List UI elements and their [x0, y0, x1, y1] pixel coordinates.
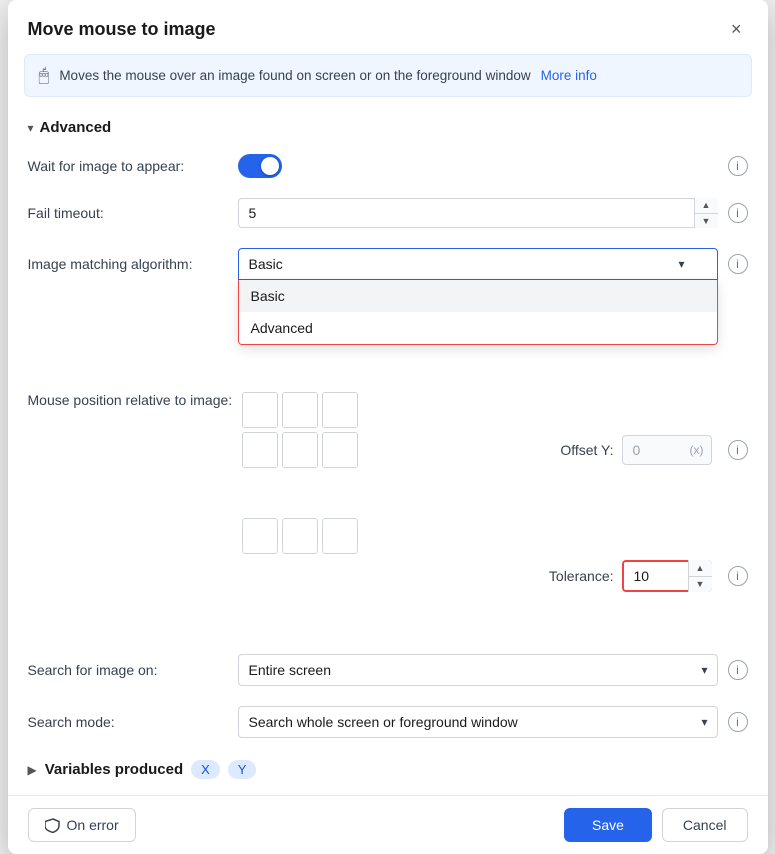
search-mode-control: Search whole screen or foreground window…: [238, 706, 718, 738]
fail-timeout-input[interactable]: [238, 198, 718, 228]
wait-for-image-label: Wait for image to appear:: [28, 158, 228, 174]
toggle-thumb: [261, 157, 279, 175]
grid-cell-bl[interactable]: [242, 518, 278, 554]
tolerance-spin-down[interactable]: ▼: [688, 577, 712, 593]
search-mode-info-icon[interactable]: i: [728, 712, 748, 732]
grid-cell-ml[interactable]: [242, 432, 278, 468]
fail-timeout-input-wrap: ▲ ▼: [238, 198, 718, 228]
algorithm-dropdown-wrap: Basic ▾ Basic Advanced: [238, 248, 718, 280]
offset-y-fields: Offset Y: (x): [374, 435, 711, 465]
fail-timeout-control: ▲ ▼: [238, 198, 718, 228]
search-for-image-label: Search for image on:: [28, 662, 228, 678]
algorithm-control: Basic ▾ Basic Advanced: [238, 248, 718, 280]
fail-timeout-info-icon[interactable]: i: [728, 203, 748, 223]
variables-label: Variables produced: [45, 761, 183, 778]
cancel-button[interactable]: Cancel: [662, 808, 748, 842]
search-mode-label: Search mode:: [28, 714, 228, 730]
grid-cell-br[interactable]: [322, 518, 358, 554]
info-banner-text: Moves the mouse over an image found on s…: [59, 68, 530, 83]
grid-cell-tl[interactable]: [242, 392, 278, 428]
offset-y-label: Offset Y:: [560, 442, 613, 458]
image-matching-algorithm-row: Image matching algorithm: Basic ▾ Basic …: [28, 238, 748, 290]
on-error-label: On error: [67, 817, 119, 833]
wait-for-image-control: [238, 154, 718, 178]
grid-cell-tr[interactable]: [322, 392, 358, 428]
algorithm-dropdown-trigger[interactable]: Basic ▾: [238, 248, 718, 280]
mouse-position-label: Mouse position relative to image:: [28, 392, 233, 408]
search-mode-select[interactable]: Search whole screen or foreground window: [238, 706, 718, 738]
position-grid: [242, 392, 358, 508]
move-mouse-dialog: Move mouse to image × 🖱 Moves the mouse …: [8, 0, 768, 854]
algorithm-info-icon[interactable]: i: [728, 254, 748, 274]
variable-badge-y: Y: [228, 760, 257, 779]
advanced-chevron-icon: ▾: [28, 121, 34, 135]
mouse-icon: 🖱: [39, 65, 50, 86]
wait-for-image-toggle[interactable]: [238, 154, 282, 178]
dialog-footer: On error Save Cancel: [8, 795, 768, 854]
on-error-button[interactable]: On error: [28, 808, 136, 842]
variable-badge-x: X: [191, 760, 220, 779]
advanced-section-label: Advanced: [40, 119, 112, 136]
mouse-position-row: Mouse position relative to image: Offset…: [28, 380, 748, 644]
search-mode-row: Search mode: Search whole screen or fore…: [28, 696, 748, 748]
variables-chevron-icon[interactable]: ▶: [28, 763, 37, 777]
wait-for-image-info-icon[interactable]: i: [728, 156, 748, 176]
fail-timeout-label: Fail timeout:: [28, 205, 228, 221]
algorithm-option-advanced[interactable]: Advanced: [239, 312, 717, 344]
algorithm-chevron-icon: ▾: [678, 257, 684, 271]
wait-for-image-row: Wait for image to appear: i: [28, 144, 748, 188]
search-mode-select-wrap: Search whole screen or foreground window…: [238, 706, 718, 738]
search-for-image-info-icon[interactable]: i: [728, 660, 748, 680]
offset-x-suffix: (x): [690, 443, 704, 457]
dialog-body: ▾ Advanced Wait for image to appear: i F…: [8, 109, 768, 791]
algorithm-selected-value: Basic: [249, 256, 283, 272]
fail-timeout-row: Fail timeout: ▲ ▼ i: [28, 188, 748, 238]
close-button[interactable]: ×: [725, 16, 748, 42]
footer-right: Save Cancel: [564, 808, 748, 842]
mouse-position-control: Offset Y: (x) i: [242, 392, 747, 634]
algorithm-option-basic[interactable]: Basic: [239, 280, 717, 312]
fail-timeout-spinners: ▲ ▼: [694, 198, 718, 228]
offset-y-input-wrap: (x): [622, 435, 712, 465]
fail-timeout-spin-up[interactable]: ▲: [694, 198, 718, 214]
tolerance-fields: Tolerance: ▲ ▼: [374, 560, 711, 592]
dialog-header: Move mouse to image ×: [8, 0, 768, 54]
grid-cell-mc[interactable]: [282, 432, 318, 468]
tolerance-spinners: ▲ ▼: [688, 560, 712, 592]
more-info-link[interactable]: More info: [541, 68, 597, 83]
grid-cell-tc[interactable]: [282, 392, 318, 428]
position-grid-bottom: [242, 518, 358, 634]
grid-cell-bc[interactable]: [282, 518, 318, 554]
grid-tolerance-row: Tolerance: ▲ ▼ i: [242, 518, 747, 634]
offset-y-info-icon[interactable]: i: [728, 440, 748, 460]
save-button[interactable]: Save: [564, 808, 652, 842]
shield-icon: [45, 817, 61, 833]
variables-row: ▶ Variables produced X Y: [28, 748, 748, 791]
search-for-image-select-wrap: Entire screen ▾: [238, 654, 718, 686]
tolerance-spin-up[interactable]: ▲: [688, 560, 712, 577]
grid-cell-mr[interactable]: [322, 432, 358, 468]
tolerance-info-icon[interactable]: i: [728, 566, 748, 586]
search-for-image-row: Search for image on: Entire screen ▾ i: [28, 644, 748, 696]
algorithm-label: Image matching algorithm:: [28, 256, 228, 272]
dialog-title: Move mouse to image: [28, 19, 216, 40]
info-banner: 🖱 Moves the mouse over an image found on…: [24, 54, 752, 97]
tolerance-label: Tolerance:: [549, 568, 614, 584]
advanced-section-header[interactable]: ▾ Advanced: [28, 109, 748, 144]
grid-offset-row: Offset Y: (x) i: [242, 392, 747, 508]
tolerance-input-wrap: ▲ ▼: [622, 560, 712, 592]
search-for-image-control: Entire screen ▾: [238, 654, 718, 686]
fail-timeout-spin-down[interactable]: ▼: [694, 214, 718, 229]
search-for-image-select[interactable]: Entire screen: [238, 654, 718, 686]
algorithm-dropdown-list: Basic Advanced: [238, 280, 718, 345]
